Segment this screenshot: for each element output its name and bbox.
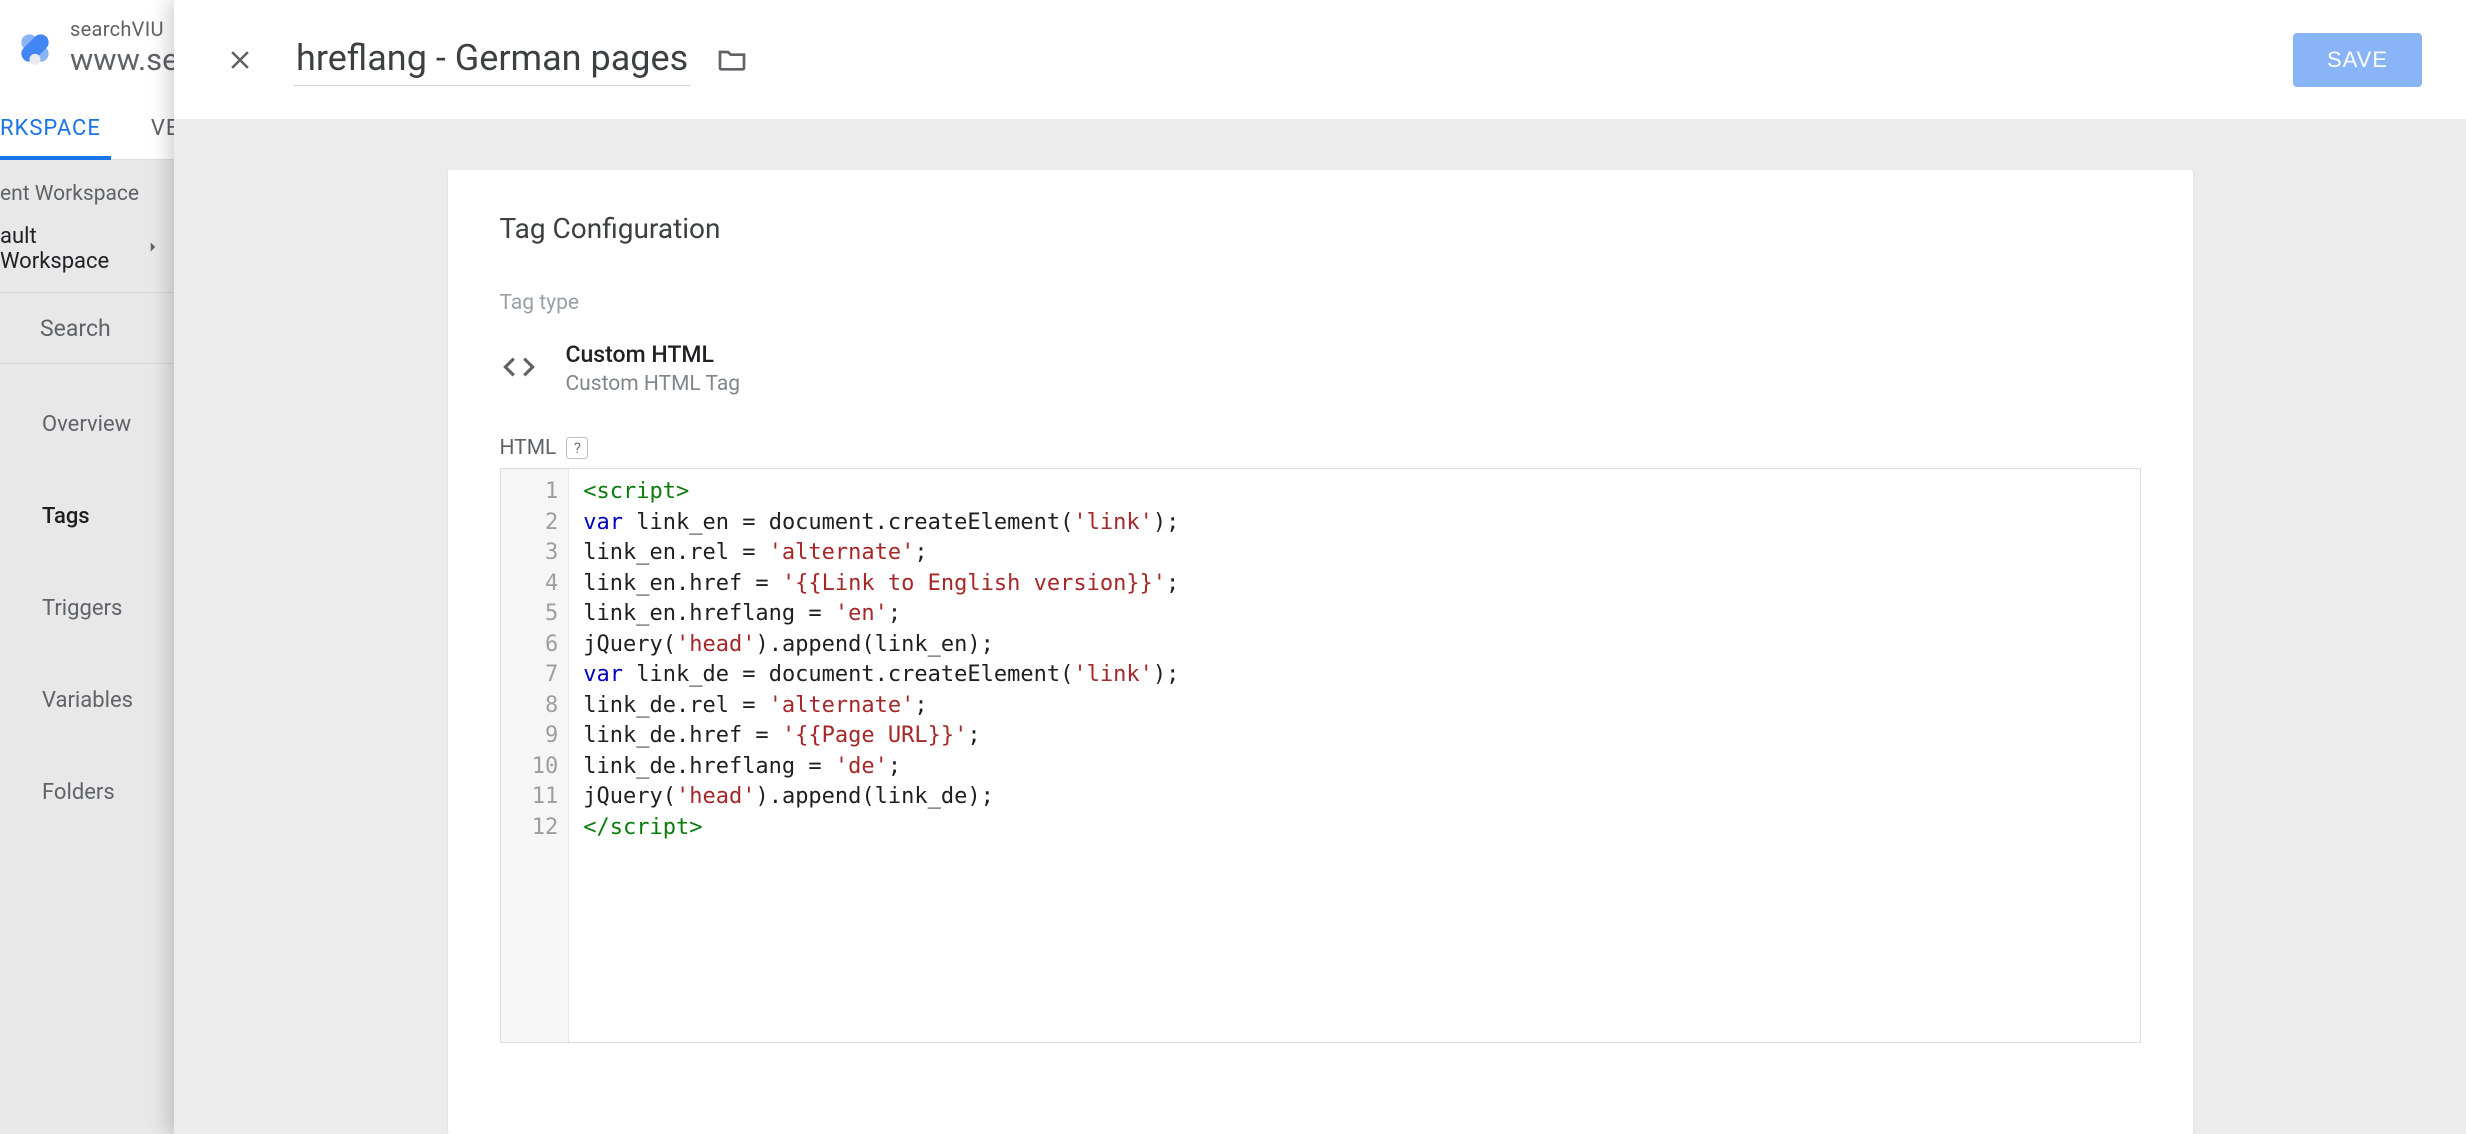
sidebar-nav: Overview Tags Triggers Variables Folders [0, 364, 174, 838]
sidebar-item-folders[interactable]: Folders [0, 746, 174, 838]
tab-workspace[interactable]: RKSPACE [0, 116, 101, 159]
panel-body: Tag Configuration Tag type Custom HTML C… [174, 120, 2466, 1134]
code-content[interactable]: <script> var link_en = document.createEl… [569, 469, 1193, 1042]
app-header: searchVIU www.sear [0, 0, 174, 95]
account-name: searchVIU [70, 17, 174, 41]
html-field-label: HTML [500, 436, 557, 460]
sidebar-search[interactable]: Search [0, 292, 174, 364]
workspace-selector[interactable]: ault Workspace [0, 206, 174, 292]
sidebar-item-tags[interactable]: Tags [0, 470, 174, 562]
sidebar-item-overview[interactable]: Overview [0, 378, 174, 470]
code-icon [500, 348, 538, 390]
folder-icon[interactable] [716, 44, 748, 76]
tagtype-name: Custom HTML [566, 341, 741, 368]
card-heading: Tag Configuration [500, 212, 2141, 245]
main-tabs: RKSPACE VERS [0, 95, 174, 160]
chevron-right-icon [144, 237, 162, 262]
tagtype-label: Tag type [500, 291, 2141, 315]
line-number-gutter: 1 2 3 4 5 6 7 8 9 10 11 12 [501, 469, 570, 1042]
search-placeholder: Search [40, 315, 111, 342]
html-code-editor[interactable]: 1 2 3 4 5 6 7 8 9 10 11 12 <script> var … [500, 468, 2141, 1043]
gtm-logo-icon [12, 24, 58, 72]
tag-configuration-card: Tag Configuration Tag type Custom HTML C… [448, 170, 2193, 1134]
help-icon[interactable]: ? [566, 437, 588, 459]
tag-name-input[interactable]: hreflang - German pages [294, 33, 690, 86]
tagtype-subtitle: Custom HTML Tag [566, 372, 741, 396]
tag-editor-panel: hreflang - German pages SAVE Tag Configu… [174, 0, 2466, 1134]
workspace-section-label: ent Workspace [0, 160, 174, 206]
sidebar-item-triggers[interactable]: Triggers [0, 562, 174, 654]
container-name: www.sear [70, 41, 174, 78]
panel-header: hreflang - German pages SAVE [174, 0, 2466, 120]
sidebar-item-variables[interactable]: Variables [0, 654, 174, 746]
close-button[interactable] [218, 38, 262, 82]
sidebar: ent Workspace ault Workspace Search Over… [0, 160, 174, 1134]
save-button[interactable]: SAVE [2293, 33, 2422, 87]
tagtype-selector[interactable]: Custom HTML Custom HTML Tag [500, 341, 2141, 396]
workspace-current: ault Workspace [0, 224, 144, 274]
